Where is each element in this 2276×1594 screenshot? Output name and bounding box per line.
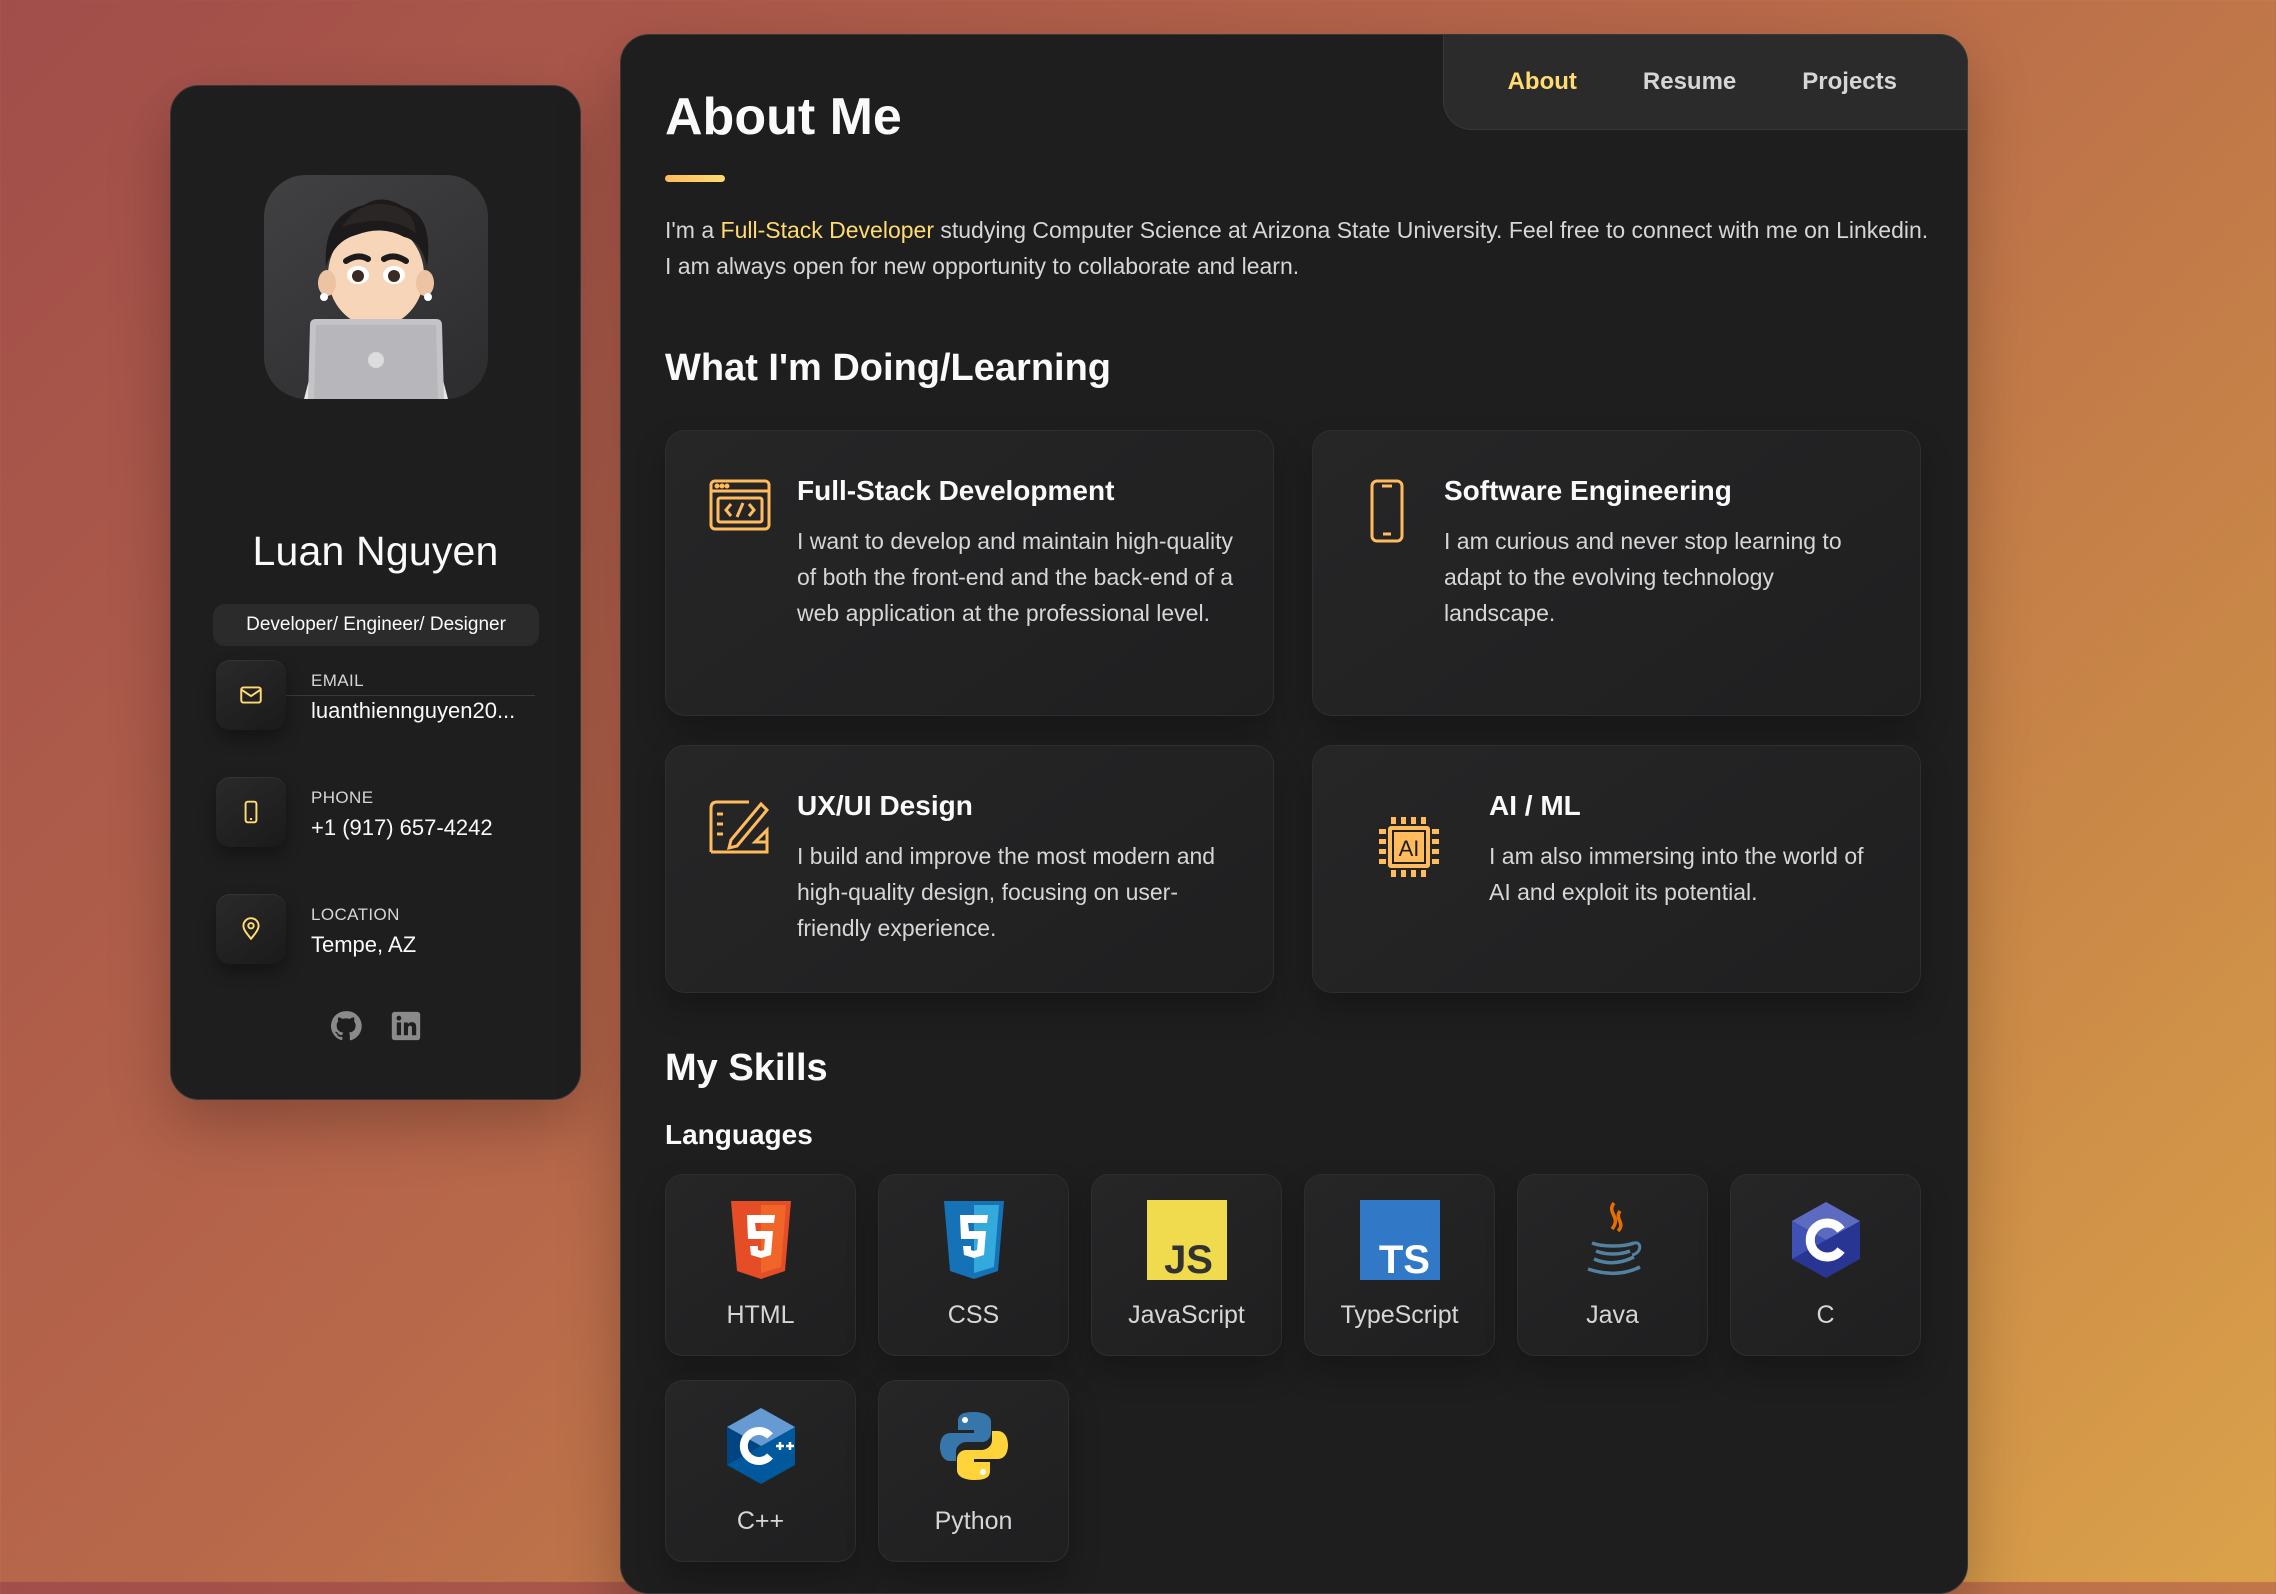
contact-label: EMAIL xyxy=(311,671,365,690)
service-title: Full-Stack Development xyxy=(797,475,1115,506)
c-language-icon xyxy=(1785,1199,1867,1281)
skill-label: TypeScript xyxy=(1340,1301,1459,1329)
ai-chip-icon: AI xyxy=(1377,816,1441,880)
title-underline xyxy=(665,175,725,182)
service-title: UX/UI Design xyxy=(797,790,973,821)
navbar: About Resume Projects xyxy=(1443,34,1968,130)
python-icon xyxy=(933,1405,1015,1487)
contact-email: EMAIL luanthiennguyen20... xyxy=(216,660,546,732)
email-link[interactable]: luanthiennguyen20... xyxy=(311,698,551,724)
cpp-icon xyxy=(720,1405,802,1487)
about-paragraph: I'm a Full-Stack Developer studying Comp… xyxy=(665,212,1935,284)
about-highlight: Full-Stack Developer xyxy=(720,217,934,243)
service-card: UX/UI Design I build and improve the mos… xyxy=(665,745,1274,993)
service-card: Software Engineering I am curious and ne… xyxy=(1312,430,1921,716)
svg-text:TS: TS xyxy=(1378,1238,1429,1280)
social-links xyxy=(171,1008,580,1044)
skill-card: C++ xyxy=(665,1380,856,1562)
contact-phone: PHONE +1 (917) 657-4242 xyxy=(216,777,546,849)
design-tools-icon xyxy=(708,794,772,858)
svg-text:JS: JS xyxy=(1164,1238,1213,1280)
services-heading: What I'm Doing/Learning xyxy=(665,347,1112,389)
service-desc: I build and improve the most modern and … xyxy=(797,843,1216,941)
svg-text:AI: AI xyxy=(1399,836,1420,861)
skill-card: CSS xyxy=(878,1174,1069,1356)
profile-sidebar: Luan Nguyen Developer/ Engineer/ Designe… xyxy=(170,85,581,1100)
skill-label: C++ xyxy=(736,1507,785,1535)
linkedin-icon[interactable] xyxy=(388,1008,424,1044)
contact-location: LOCATION Tempe, AZ xyxy=(216,894,546,966)
memoji-avatar-image xyxy=(304,199,448,399)
nav-resume[interactable]: Resume xyxy=(1643,68,1736,96)
skill-card: TS TypeScript xyxy=(1304,1174,1495,1356)
java-icon xyxy=(1572,1199,1654,1281)
service-card: AI AI / ML I am also immersing into the … xyxy=(1312,745,1921,993)
css3-icon xyxy=(933,1199,1015,1281)
phone-icon xyxy=(216,777,286,847)
service-desc: I am curious and never stop learning to … xyxy=(1444,528,1842,626)
service-title: AI / ML xyxy=(1489,790,1581,821)
skill-card: JS JavaScript xyxy=(1091,1174,1282,1356)
profile-title-badge: Developer/ Engineer/ Designer xyxy=(213,604,539,646)
skill-label: CSS xyxy=(947,1301,1000,1329)
profile-name: Luan Nguyen xyxy=(252,528,499,574)
service-title: Software Engineering xyxy=(1444,475,1732,506)
service-desc: I want to develop and maintain high-qual… xyxy=(797,528,1234,626)
service-desc: I am also immersing into the world of AI… xyxy=(1489,843,1864,905)
main-panel: About Resume Projects About Me I'm a Ful… xyxy=(620,34,1968,1594)
skill-label: Python xyxy=(934,1507,1013,1535)
nav-about[interactable]: About xyxy=(1508,68,1577,96)
contact-label: PHONE xyxy=(311,788,374,807)
skill-label: JavaScript xyxy=(1128,1301,1245,1329)
typescript-icon: TS xyxy=(1359,1199,1441,1281)
skill-card: Java xyxy=(1517,1174,1708,1356)
skill-label: C xyxy=(1816,1301,1835,1329)
skills-heading: My Skills xyxy=(665,1047,828,1089)
skill-label: Java xyxy=(1586,1301,1639,1329)
about-text-before: I'm a xyxy=(665,217,721,243)
location-value: Tempe, AZ xyxy=(311,932,417,957)
location-pin-icon xyxy=(216,894,286,964)
contact-label: LOCATION xyxy=(311,905,400,924)
service-card: Full-Stack Development I want to develop… xyxy=(665,430,1274,716)
skill-card: Python xyxy=(878,1380,1069,1562)
page-title: About Me xyxy=(665,88,902,146)
nav-projects[interactable]: Projects xyxy=(1802,68,1897,96)
skills-subheading: Languages xyxy=(665,1119,813,1150)
javascript-icon: JS xyxy=(1146,1199,1228,1281)
skill-label: HTML xyxy=(726,1301,795,1329)
code-window-icon xyxy=(708,479,772,543)
github-icon[interactable] xyxy=(328,1008,364,1044)
mail-icon xyxy=(216,660,286,730)
smartphone-icon xyxy=(1355,479,1419,543)
avatar xyxy=(264,175,488,399)
phone-link[interactable]: +1 (917) 657-4242 xyxy=(311,815,551,841)
skill-card: HTML xyxy=(665,1174,856,1356)
skill-card: C xyxy=(1730,1174,1921,1356)
html5-icon xyxy=(720,1199,802,1281)
